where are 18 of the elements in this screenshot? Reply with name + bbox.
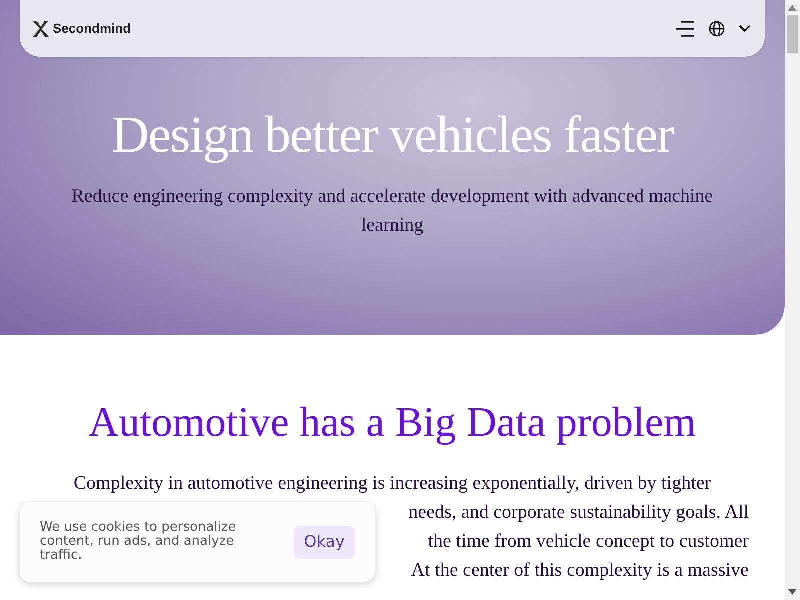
logo-icon <box>32 20 50 38</box>
paragraph-line: the time from vehicle concept to customer <box>428 530 749 554</box>
menu-icon[interactable] <box>675 20 695 36</box>
scroll-up-icon[interactable] <box>788 5 797 11</box>
cookie-message: We use cookies to personalize content, run ads, and analyze traffic. <box>40 521 238 563</box>
scrollbar[interactable] <box>785 0 800 600</box>
scrollbar-thumb[interactable] <box>787 15 798 53</box>
brand-name: Secondmind <box>53 20 132 38</box>
globe-icon[interactable] <box>709 20 725 36</box>
paragraph-line: Complexity in automotive engineering is increasing exponentially, driven by tighter <box>74 472 712 496</box>
paragraph-line: needs, and corporate sustainability goals. All <box>408 501 749 525</box>
paragraph-line: At the center of this complexity is a massive <box>411 559 749 583</box>
okay-button[interactable]: Okay <box>294 526 355 558</box>
hero-subtitle: Reduce engineering complexity and accelerate development with advanced machine learning <box>70 185 714 238</box>
section-title: Automotive has a Big Data problem <box>88 399 698 448</box>
scroll-down-icon[interactable] <box>788 589 797 595</box>
hero-title: Design better vehicles faster <box>112 106 674 166</box>
chevron-down-icon[interactable] <box>739 24 751 32</box>
